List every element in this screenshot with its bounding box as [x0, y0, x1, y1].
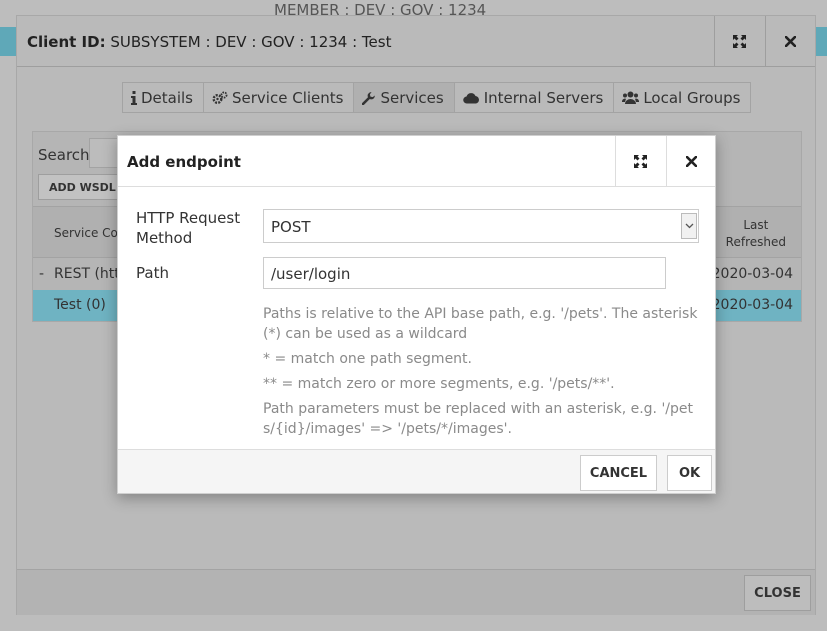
client-dialog-header: Client ID: SUBSYSTEM : DEV : GOV : 1234 …: [17, 16, 815, 67]
ok-button[interactable]: OK: [667, 455, 712, 491]
row-service-name: Test (0): [54, 297, 106, 313]
cancel-button[interactable]: CANCEL: [580, 455, 657, 491]
add-endpoint-title: Add endpoint: [127, 153, 241, 171]
fullscreen-icon: [733, 35, 746, 48]
close-icon: [785, 36, 796, 47]
background-selected-row-right: [816, 27, 827, 56]
wrench-icon: [362, 91, 376, 105]
help-text-path-params: Path parameters must be replaced with an…: [263, 401, 694, 437]
close-icon: [686, 156, 697, 167]
add-endpoint-close-x-button[interactable]: [666, 136, 716, 187]
client-dialog-fullscreen-button[interactable]: [714, 16, 764, 67]
users-icon: [622, 91, 640, 104]
add-wsdl-button[interactable]: ADD WSDL: [38, 174, 127, 200]
method-select-value: POST: [271, 218, 311, 236]
path-label: Path: [136, 264, 169, 282]
client-dialog-close-x-button[interactable]: [765, 16, 815, 67]
client-id-value: SUBSYSTEM : DEV : GOV : 1234 : Test: [110, 33, 392, 51]
tab-services[interactable]: Services: [353, 82, 455, 113]
gears-icon: [212, 91, 228, 105]
help-text-double-wildcard: ** = match zero or more segments, e.g. '…: [263, 376, 615, 392]
client-id-label: Client ID:: [27, 33, 106, 51]
cloud-icon: [462, 92, 480, 104]
tab-local-groups-label: Local Groups: [643, 88, 741, 107]
tab-service-clients[interactable]: Service Clients: [203, 82, 355, 113]
background-selected-row: [0, 27, 16, 56]
tab-services-label: Services: [380, 88, 444, 107]
fullscreen-icon: [634, 155, 647, 168]
path-input[interactable]: /user/login: [263, 257, 666, 289]
client-tabs: Details Service Clients Services Interna…: [122, 82, 752, 113]
add-endpoint-footer: CANCEL OK: [118, 449, 715, 493]
client-dialog-title: Client ID: SUBSYSTEM : DEV : GOV : 1234 …: [27, 33, 391, 51]
help-text-relative: Paths is relative to the API base path, …: [263, 306, 698, 342]
method-label: HTTP Request Method: [136, 208, 240, 248]
path-input-value: /user/login: [271, 265, 351, 283]
tab-details[interactable]: Details: [122, 82, 205, 113]
add-endpoint-fullscreen-button[interactable]: [615, 136, 665, 187]
tab-internal-servers[interactable]: Internal Servers: [453, 82, 615, 113]
method-label-line1: HTTP Request: [136, 209, 241, 227]
tab-details-label: Details: [141, 88, 194, 107]
chevron-down-icon: [681, 213, 697, 239]
tab-service-clients-label: Service Clients: [232, 88, 344, 107]
method-label-line2: Method: [136, 229, 193, 247]
row-expander[interactable]: -: [39, 266, 44, 282]
column-last-refreshed: Last Refreshed: [726, 217, 786, 251]
column-service-code: Service Coc: [54, 226, 125, 240]
tab-internal-servers-label: Internal Servers: [483, 88, 604, 107]
search-label: Search: [38, 146, 90, 164]
row-last-refreshed: 2020-03-04: [711, 266, 793, 282]
help-text-single-wildcard: * = match one path segment.: [263, 351, 472, 367]
column-last-refreshed-line2: Refreshed: [725, 235, 786, 249]
close-button[interactable]: CLOSE: [744, 575, 811, 611]
tab-local-groups[interactable]: Local Groups: [613, 82, 752, 113]
add-endpoint-header: Add endpoint: [118, 136, 715, 187]
row-last-refreshed: 2020-03-04: [711, 297, 793, 313]
method-select[interactable]: POST: [263, 209, 699, 243]
client-dialog-footer: CLOSE: [17, 569, 815, 615]
add-endpoint-dialog: Add endpoint HTTP Request Method POST Pa…: [117, 135, 716, 494]
info-icon: [131, 90, 137, 105]
column-last-refreshed-line1: Last: [743, 218, 769, 232]
